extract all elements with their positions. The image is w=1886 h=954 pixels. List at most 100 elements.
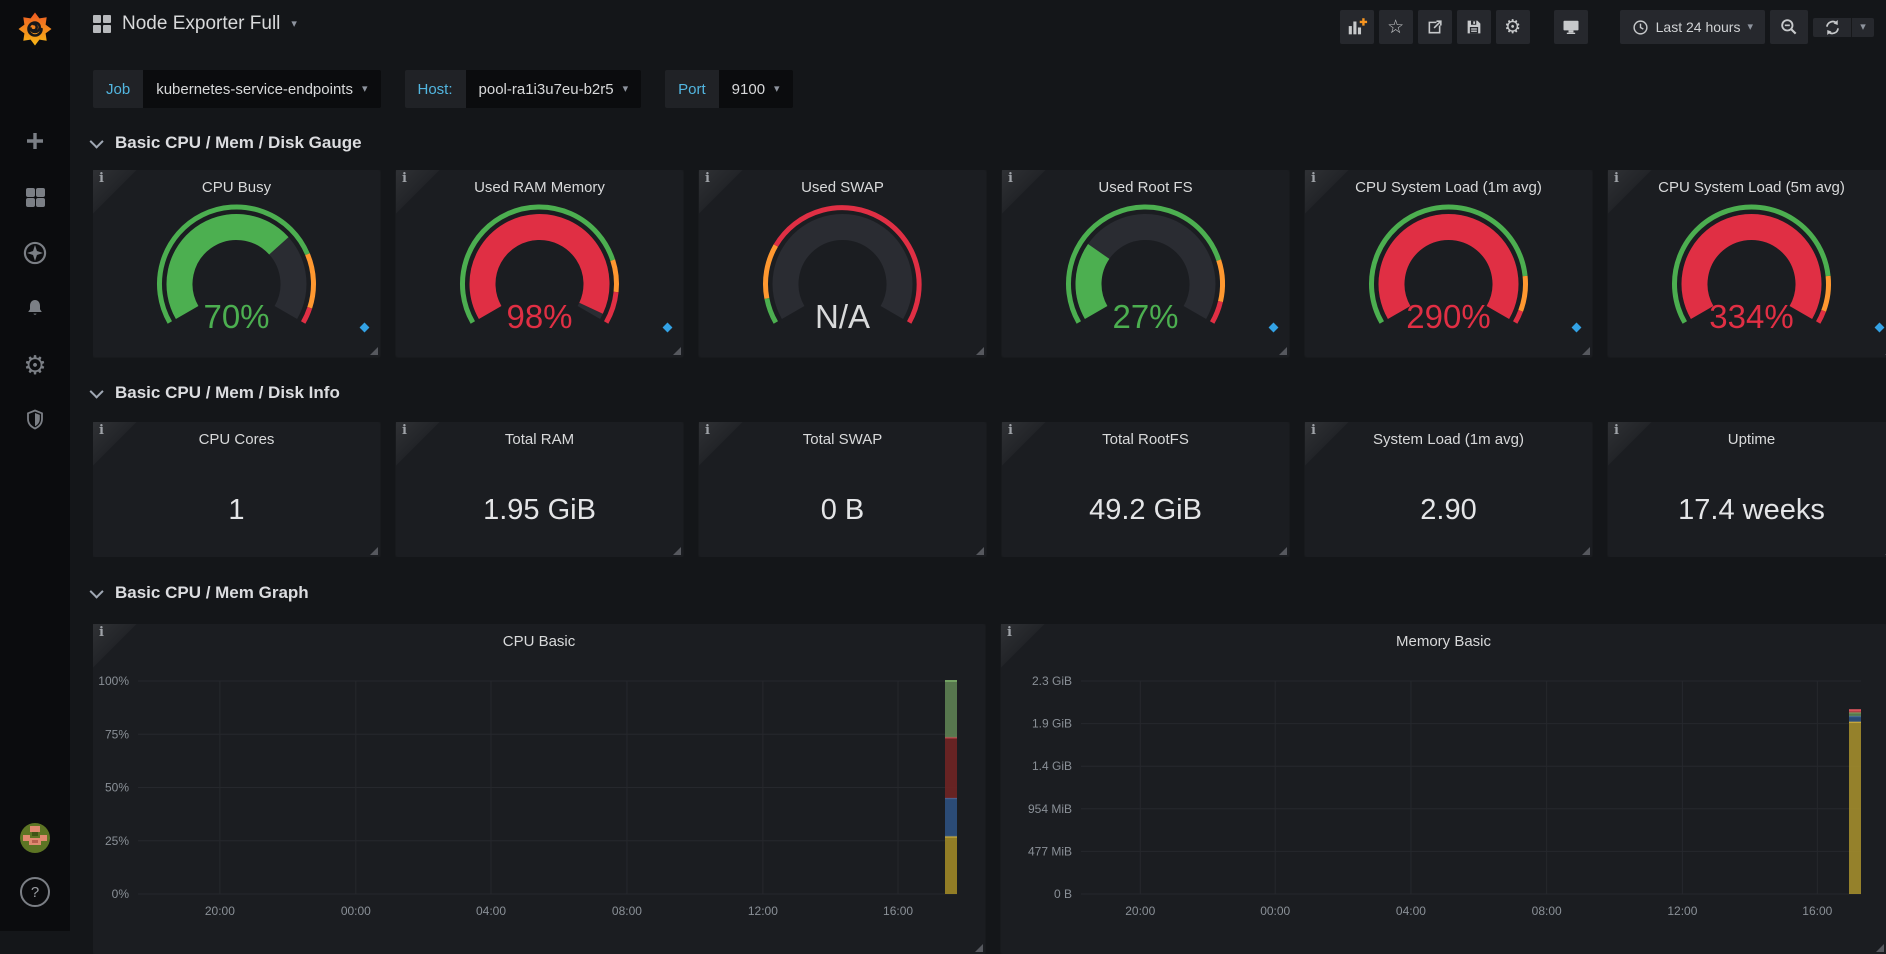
gauge-panel-1[interactable]: iCPU Busy70% (93, 170, 380, 357)
graph-panel-memory-basic[interactable]: iMemory Basic0 B477 MiB954 MiB1.4 GiB1.9… (1001, 624, 1886, 954)
chevron-down-icon: ▾ (362, 84, 368, 95)
panel-title[interactable]: CPU Busy (93, 179, 380, 196)
gauge-chart: 27% (1002, 196, 1289, 357)
variable-label: Job (93, 70, 143, 108)
section-header-gauge[interactable]: Basic CPU / Mem / Disk Gauge (93, 128, 362, 158)
variable-port-dropdown[interactable]: Port9100▾ (665, 70, 792, 108)
dashboard-title-button[interactable]: Node Exporter Full ▾ (93, 13, 297, 35)
sidebar-item-create[interactable] (0, 121, 70, 161)
variable-value-text: pool-ra1i3u7eu-b2r5 (479, 81, 614, 98)
panel-resize-handle[interactable] (370, 547, 378, 555)
section-title: Basic CPU / Mem / Disk Gauge (115, 133, 362, 153)
stat-panel-3[interactable]: iTotal SWAP0 B (699, 422, 986, 557)
stat-panel-5[interactable]: iSystem Load (1m avg)2.90 (1305, 422, 1592, 557)
sidebar-item-configuration[interactable]: ⚙ (0, 345, 70, 385)
y-axis-label: 50% (105, 781, 129, 795)
stat-value: 49.2 GiB (1002, 494, 1289, 527)
gauge-panel-4[interactable]: iUsed Root FS27% (1002, 170, 1289, 357)
panel-resize-handle[interactable] (976, 547, 984, 555)
panel-title[interactable]: Memory Basic (1001, 633, 1886, 650)
chevron-down-icon (90, 135, 104, 149)
stat-panel-4[interactable]: iTotal RootFS49.2 GiB (1002, 422, 1289, 557)
y-axis-label: 477 MiB (1028, 844, 1072, 858)
refresh-button[interactable] (1813, 18, 1851, 37)
x-axis-label: 12:00 (748, 904, 778, 918)
time-range-label: Last 24 hours (1656, 19, 1741, 35)
panel-title[interactable]: CPU System Load (1m avg) (1305, 179, 1592, 196)
stat-value: 17.4 weeks (1608, 494, 1886, 527)
x-axis-label: 20:00 (1125, 904, 1155, 918)
panel-title[interactable]: CPU Basic (93, 633, 985, 650)
y-axis-label: 954 MiB (1028, 802, 1072, 816)
y-axis-label: 100% (98, 674, 129, 688)
gauge-panel-6[interactable]: iCPU System Load (5m avg)334% (1608, 170, 1886, 357)
monitor-icon (1561, 17, 1581, 37)
save-button[interactable] (1457, 10, 1491, 44)
star-icon: ☆ (1387, 18, 1404, 37)
sidebar-item-profile[interactable] (0, 818, 70, 858)
panel-title[interactable]: Uptime (1608, 431, 1886, 448)
gauge-panel-row: iCPU Busy70%iUsed RAM Memory98%iUsed SWA… (93, 170, 1886, 358)
gear-icon: ⚙ (1504, 18, 1521, 37)
panel-title[interactable]: System Load (1m avg) (1305, 431, 1592, 448)
panel-title[interactable]: Used RAM Memory (396, 179, 683, 196)
panel-title[interactable]: Total SWAP (699, 431, 986, 448)
panel-title[interactable]: Used Root FS (1002, 179, 1289, 196)
star-button[interactable]: ☆ (1379, 10, 1413, 44)
variable-host-dropdown[interactable]: Host:pool-ra1i3u7eu-b2r5▾ (405, 70, 642, 108)
y-axis-label: 1.9 GiB (1032, 717, 1072, 731)
chevron-down-icon: ▾ (291, 19, 297, 30)
variable-value-text: kubernetes-service-endpoints (156, 81, 353, 98)
sidebar-item-help[interactable]: ? (0, 872, 70, 912)
section-header-info[interactable]: Basic CPU / Mem / Disk Info (93, 378, 340, 408)
clock-icon (1632, 19, 1649, 36)
graph-panel-cpu-basic[interactable]: iCPU Basic0%25%50%75%100%20:0000:0004:00… (93, 624, 985, 954)
panel-title[interactable]: Total RootFS (1002, 431, 1289, 448)
stat-value: 2.90 (1305, 494, 1592, 527)
sidebar-item-dashboards[interactable] (0, 177, 70, 217)
panel-title[interactable]: Used SWAP (699, 179, 986, 196)
variable-value[interactable]: pool-ra1i3u7eu-b2r5▾ (466, 70, 642, 108)
stat-panel-1[interactable]: iCPU Cores1 (93, 422, 380, 557)
stat-panel-2[interactable]: iTotal RAM1.95 GiB (396, 422, 683, 557)
panel-title[interactable]: CPU System Load (5m avg) (1608, 179, 1886, 196)
panel-resize-handle[interactable] (673, 547, 681, 555)
navbar: Node Exporter Full ▾ ☆ ⚙ Last 24 hours ▾ (70, 0, 1886, 56)
x-axis-label: 20:00 (205, 904, 235, 918)
section-header-graph[interactable]: Basic CPU / Mem Graph (93, 578, 309, 608)
gauge-panel-3[interactable]: iUsed SWAPN/A (699, 170, 986, 357)
y-axis-label: 0% (112, 887, 130, 901)
grafana-logo-icon[interactable] (15, 8, 55, 50)
refresh-icon (1823, 18, 1842, 37)
stat-panel-6[interactable]: iUptime17.4 weeks (1608, 422, 1886, 557)
variable-job-dropdown[interactable]: Job kubernetes-service-endpoints ▾ (93, 70, 381, 108)
variable-value[interactable]: 9100 ▾ (719, 70, 793, 108)
panel-resize-handle[interactable] (1279, 547, 1287, 555)
chevron-down-icon: ▾ (774, 84, 780, 95)
chevron-down-icon: ▾ (1747, 22, 1753, 33)
compass-icon (22, 240, 48, 266)
variable-value-text: 9100 (732, 81, 765, 98)
share-button[interactable] (1418, 10, 1452, 44)
zoom-out-button[interactable] (1770, 10, 1808, 44)
bell-icon (23, 297, 47, 321)
refresh-interval-dropdown[interactable]: ▾ (1851, 18, 1874, 37)
plus-icon (23, 129, 47, 153)
chevron-down-icon: ▾ (1860, 22, 1866, 33)
time-range-picker[interactable]: Last 24 hours ▾ (1620, 10, 1765, 44)
panel-title[interactable]: CPU Cores (93, 431, 380, 448)
sidebar-item-alerting[interactable] (0, 289, 70, 329)
dashboard-settings-button[interactable]: ⚙ (1496, 10, 1530, 44)
variable-value[interactable]: kubernetes-service-endpoints ▾ (143, 70, 380, 108)
sidebar-item-server-admin[interactable] (0, 400, 70, 440)
cycle-view-button[interactable] (1554, 10, 1588, 44)
gauge-panel-2[interactable]: iUsed RAM Memory98% (396, 170, 683, 357)
panel-resize-handle[interactable] (1582, 547, 1590, 555)
panel-title[interactable]: Total RAM (396, 431, 683, 448)
gauge-panel-5[interactable]: iCPU System Load (1m avg)290% (1305, 170, 1592, 357)
add-panel-button[interactable] (1340, 10, 1374, 44)
sidebar-item-explore[interactable] (0, 233, 70, 273)
gauge-value: 290% (1406, 298, 1490, 335)
x-axis-label: 08:00 (612, 904, 642, 918)
dashboard-grid-icon (93, 15, 111, 33)
